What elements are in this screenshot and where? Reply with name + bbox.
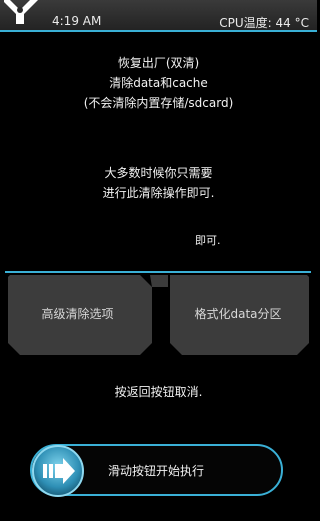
format-data-label: 格式化data分区 xyxy=(194,307,282,321)
advanced-wipe-label: 高级清除选项 xyxy=(41,307,114,321)
info-line-hint-1: 大多数时候你只需要 xyxy=(104,166,213,180)
notch-divider xyxy=(150,275,168,287)
ok-label: 即可. xyxy=(195,234,221,247)
cancel-hint: 按返回按钮取消. xyxy=(114,385,203,399)
info-line-title: 恢复出厂(双清) xyxy=(117,56,200,70)
double-arrow-right-icon[interactable] xyxy=(31,444,85,498)
slider-label: 滑动按钮开始执行 xyxy=(108,464,205,478)
info-line-hint-2: 进行此清除操作即可. xyxy=(102,186,215,200)
status-time: 4:19 AM xyxy=(52,14,102,28)
info-line-sdcard-note: (不会清除内置存储/sdcard) xyxy=(83,96,234,110)
info-line-wipe-data: 清除data和cache xyxy=(109,76,208,90)
status-cpu-temp: CPU温度: 44 °C xyxy=(219,16,309,30)
twrp-logo-icon xyxy=(4,0,38,24)
